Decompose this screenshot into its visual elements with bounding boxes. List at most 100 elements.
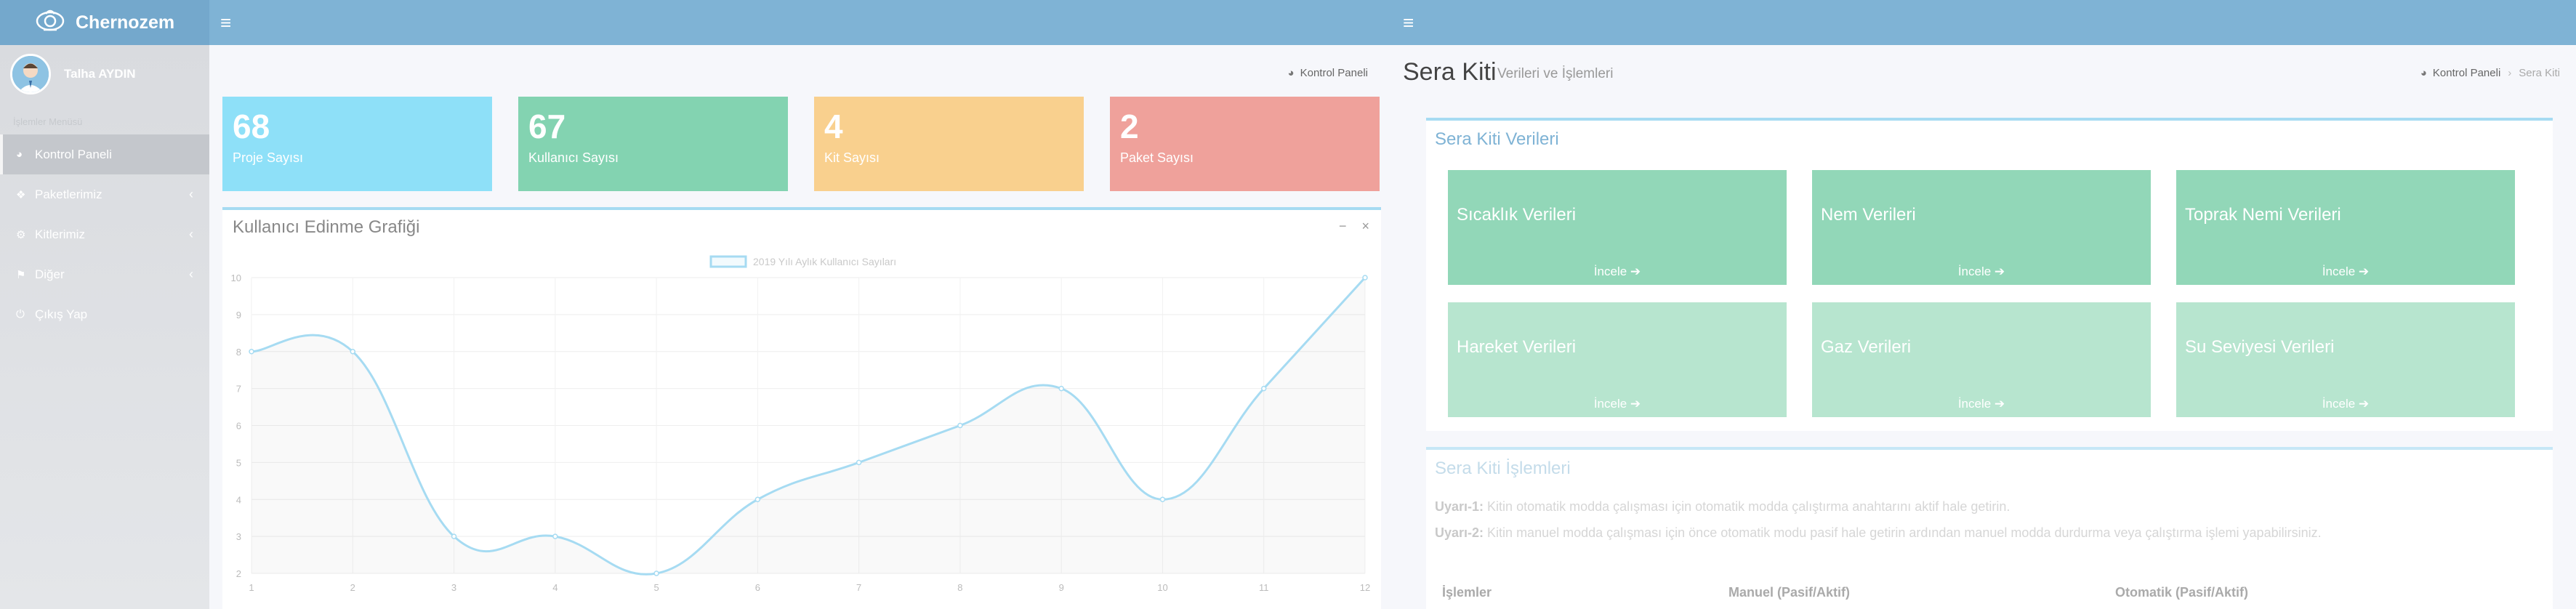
tile-title: Su Seviyesi Verileri (2185, 337, 2335, 357)
data-point (1058, 385, 1064, 392)
y-tick-label: 4 (236, 494, 241, 505)
dashboard-icon: ◕ (2420, 67, 2427, 79)
chevron-left-icon: ‹ (189, 187, 193, 201)
tile-more-link[interactable]: İncele ➔ (1448, 265, 1787, 279)
x-tick-label: 10 (1157, 582, 1167, 593)
tile-title: Sıcaklık Verileri (1457, 205, 1577, 225)
dashboard-icon: ◕ (1287, 67, 1295, 79)
stat-label: Kit Sayısı (824, 150, 880, 165)
x-tick-label: 7 (856, 582, 861, 593)
y-tick-label: 7 (236, 384, 241, 395)
breadcrumb: ◕ Kontrol Paneli (1288, 67, 1368, 79)
tile-toprak-nemi[interactable]: Toprak Nemi Verileri İncele ➔ (2176, 170, 2515, 285)
sidebar-item-cikis-yap[interactable]: ⏻ Çıkış Yap (0, 294, 209, 334)
y-tick-label: 6 (236, 421, 241, 432)
brand[interactable]: Chernozem (0, 0, 209, 45)
close-icon[interactable]: × (1361, 219, 1369, 233)
sera-ops-panel: Sera Kiti İşlemleri Uyarı-1: Kitin otoma… (1426, 447, 2553, 609)
x-tick-label: 11 (1259, 582, 1269, 593)
stat-label: Proje Sayısı (233, 150, 304, 165)
tile-more-link[interactable]: İncele ➔ (2176, 397, 2515, 411)
stat-card-kits: 4 Kit Sayısı (814, 97, 1084, 191)
table-header-islemler: İşlemler (1442, 585, 1492, 600)
tile-su-seviyesi[interactable]: Su Seviyesi Verileri İncele ➔ (2176, 302, 2515, 417)
stat-value: 4 (824, 108, 843, 145)
data-point (754, 496, 761, 502)
sera-data-panel: Sera Kiti Verileri Sıcaklık Verileri İnc… (1426, 118, 2553, 431)
warning-text: Kitin otomatik modda çalışması için otom… (1487, 499, 2011, 514)
sidebar-item-diger[interactable]: ⚑ Diğer ‹ (0, 254, 209, 294)
tile-nem[interactable]: Nem Verileri İncele ➔ (1812, 170, 2151, 285)
tile-gaz[interactable]: Gaz Verileri İncele ➔ (1812, 302, 2151, 417)
y-tick-label: 2 (236, 568, 241, 579)
tile-more-link[interactable]: İncele ➔ (1812, 265, 2151, 279)
page-title: Sera Kiti (1403, 58, 1497, 86)
table-header-manuel: Manuel (Pasif/Aktif) (1728, 585, 1851, 600)
data-point (957, 422, 963, 429)
sidebar-item-label: Kontrol Paneli (35, 147, 112, 161)
stat-value: 2 (1120, 108, 1139, 145)
stat-value: 67 (528, 108, 566, 145)
x-tick-label: 4 (552, 582, 558, 593)
warning-line: Uyarı-2: Kitin manuel modda çalışması iç… (1435, 525, 2322, 541)
y-tick-label: 8 (236, 347, 241, 358)
sidebar-item-label: Çıkış Yap (35, 307, 88, 321)
tile-sicaklik[interactable]: Sıcaklık Verileri İncele ➔ (1448, 170, 1787, 285)
stat-card-projects: 68 Proje Sayısı (222, 97, 492, 191)
warning-label: Uyarı-2: (1435, 525, 1484, 540)
data-point (1362, 275, 1368, 281)
sidebar-item-kontrol-paneli[interactable]: ◕ Kontrol Paneli (0, 134, 209, 174)
tile-title: Toprak Nemi Verileri (2185, 205, 2341, 225)
top-navbar: ≡ (1381, 0, 2576, 45)
breadcrumb: ◕ Kontrol Paneli › Sera Kiti (2420, 67, 2560, 79)
x-tick-label: 9 (1059, 582, 1064, 593)
sidebar-toggle-icon[interactable]: ≡ (1403, 13, 1414, 32)
user-name: Talha AYDIN (64, 67, 136, 81)
sidebar-item-label: Paketlerimiz (35, 187, 102, 201)
stat-label: Paket Sayısı (1120, 150, 1194, 165)
warning-label: Uyarı-1: (1435, 499, 1484, 514)
x-tick-label: 6 (755, 582, 760, 593)
avatar (10, 54, 51, 94)
tile-title: Hareket Verileri (1457, 337, 1577, 357)
data-point (653, 570, 659, 576)
y-tick-label: 3 (236, 531, 241, 542)
chart-box-title: Kullanıcı Edinme Grafiği (233, 217, 420, 237)
breadcrumb-current: Sera Kiti (2519, 67, 2560, 79)
breadcrumb-separator: › (2508, 67, 2512, 79)
cogs-icon: ⚙ (16, 228, 26, 241)
dashboard-window: Chernozem ≡ Talha AYDIN İşlemler Menüsü … (0, 0, 1381, 609)
collapse-icon[interactable]: − (1339, 219, 1347, 233)
sidebar-item-paketlerimiz[interactable]: ❖ Paketlerimiz ‹ (0, 174, 209, 214)
sidebar: Talha AYDIN İşlemler Menüsü ◕ Kontrol Pa… (0, 45, 209, 609)
x-tick-label: 3 (451, 582, 456, 593)
breadcrumb-item[interactable]: Kontrol Paneli (1300, 67, 1368, 79)
tile-more-link[interactable]: İncele ➔ (1448, 397, 1787, 411)
brand-name: Chernozem (76, 12, 175, 33)
sidebar-item-label: Kitlerimiz (35, 227, 85, 241)
arrow-circle-right-icon: ➔ (2358, 397, 2370, 411)
user-acquisition-chart: 23456789101 2 3 4 5 6 7 8 9 10 11 122019 Yılı Aylık… (231, 255, 1370, 593)
data-point (856, 459, 862, 466)
sidebar-item-label: Diğer (35, 267, 65, 281)
arrow-circle-right-icon: ➔ (1994, 265, 2005, 278)
arrow-circle-right-icon: ➔ (1630, 265, 1641, 278)
tile-hareket[interactable]: Hareket Verileri İncele ➔ (1448, 302, 1787, 417)
table-header-otomatik: Otomatik (Pasif/Aktif) (2115, 585, 2249, 600)
data-point (1260, 385, 1267, 392)
warning-line: Uyarı-1: Kitin otomatik modda çalışması … (1435, 499, 2010, 515)
series-area (251, 278, 1365, 574)
chart-box: Kullanıcı Edinme Grafiği − × 2 3 4 5 6 7 8 9 10 1… (222, 207, 1381, 609)
breadcrumb-home[interactable]: Kontrol Paneli (2433, 67, 2500, 79)
sidebar-toggle-icon[interactable]: ≡ (220, 13, 231, 32)
warning-text: Kitin manuel modda çalışması için önce o… (1487, 525, 2322, 540)
x-tick-label: 5 (653, 582, 659, 593)
menu-section-title: İşlemler Menüsü (13, 116, 83, 127)
chevron-left-icon: ‹ (189, 267, 193, 281)
tile-more-link[interactable]: İncele ➔ (1812, 397, 2151, 411)
tile-title: Nem Verileri (1821, 205, 1916, 225)
tile-more-link[interactable]: İncele ➔ (2176, 265, 2515, 279)
stat-label: Kullanıcı Sayısı (528, 150, 619, 165)
flag-icon: ⚑ (16, 268, 26, 281)
sidebar-item-kitlerimiz[interactable]: ⚙ Kitlerimiz ‹ (0, 214, 209, 254)
